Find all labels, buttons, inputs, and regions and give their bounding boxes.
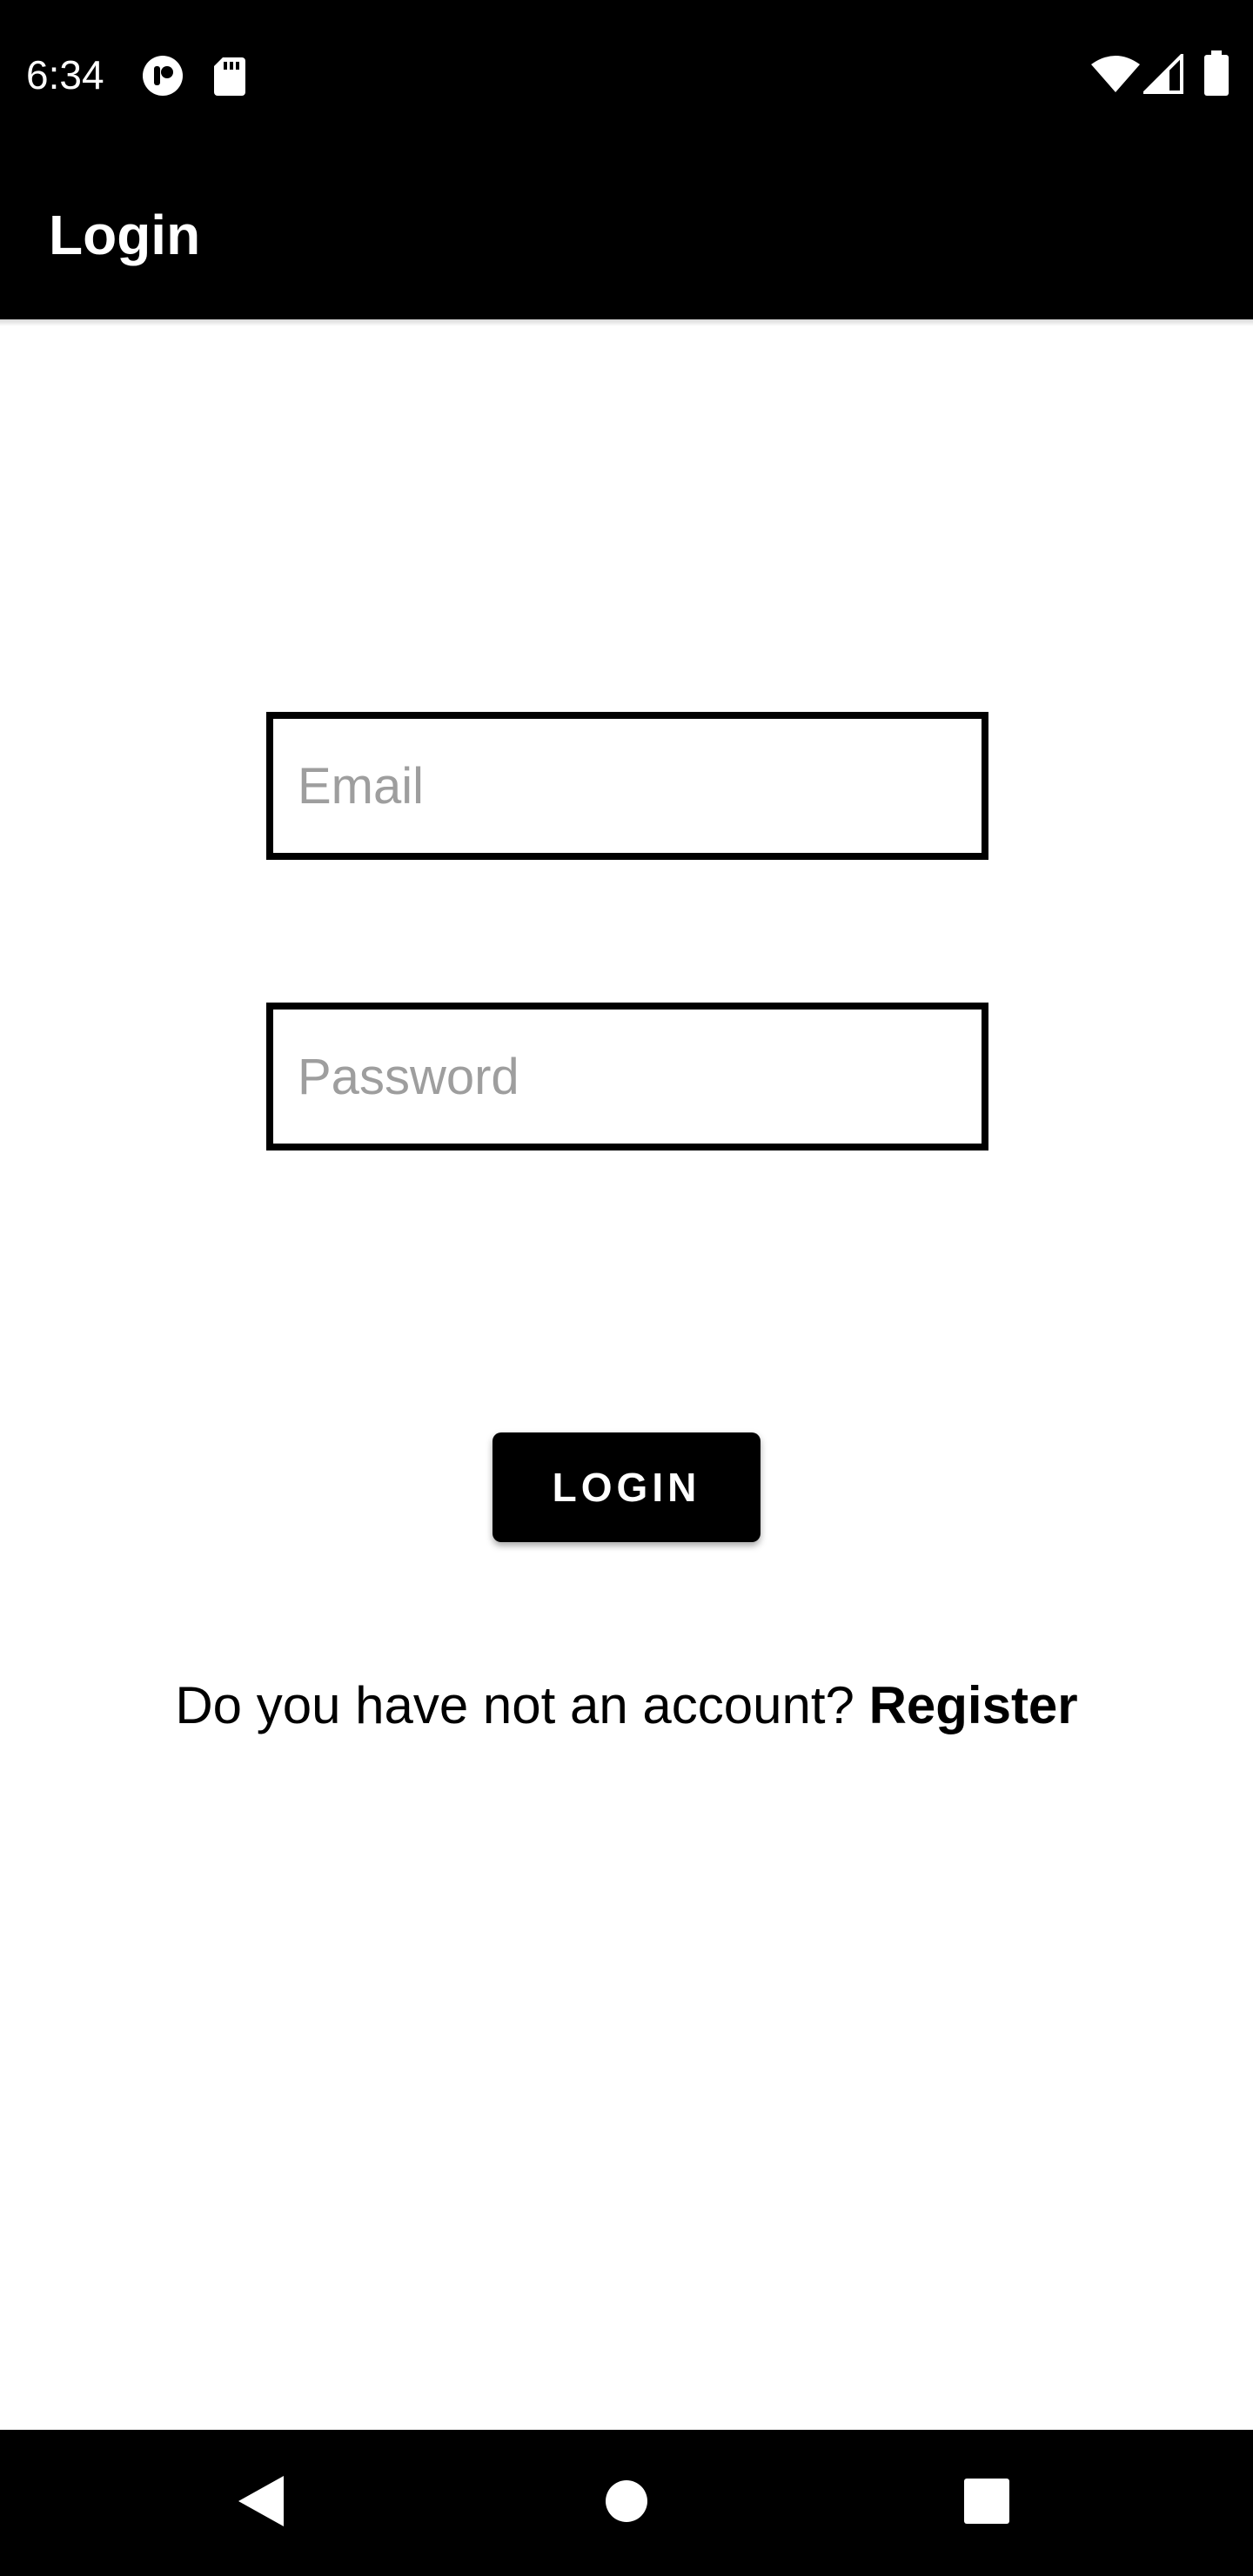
back-button[interactable]	[191, 2430, 331, 2576]
app-notification-icon	[141, 54, 184, 102]
wifi-icon	[1091, 54, 1140, 98]
back-icon	[237, 2474, 285, 2532]
login-button[interactable]: LOGIN	[492, 1432, 761, 1542]
email-field-container	[266, 712, 988, 860]
navigation-bar	[0, 2430, 1253, 2576]
status-bar: 6:34	[0, 0, 1253, 148]
battery-icon	[1204, 50, 1229, 100]
sd-card-icon	[212, 56, 247, 100]
home-button[interactable]	[557, 2430, 696, 2576]
register-prompt-text: Do you have not an account?	[175, 1676, 854, 1734]
register-link[interactable]: Register	[869, 1676, 1078, 1734]
app-bar: Login	[0, 148, 1253, 319]
email-field[interactable]	[273, 719, 982, 853]
password-field-container	[266, 1003, 988, 1150]
status-time: 6:34	[26, 52, 104, 97]
cellular-signal-icon	[1141, 51, 1183, 98]
password-field[interactable]	[273, 1010, 982, 1144]
page-title: Login	[49, 204, 201, 266]
home-icon	[604, 2479, 649, 2528]
recents-button[interactable]	[917, 2430, 1056, 2576]
register-prompt: Do you have not an account? Register	[0, 1671, 1253, 1741]
recents-icon	[963, 2478, 1010, 2529]
app-bar-shadow	[0, 319, 1253, 326]
